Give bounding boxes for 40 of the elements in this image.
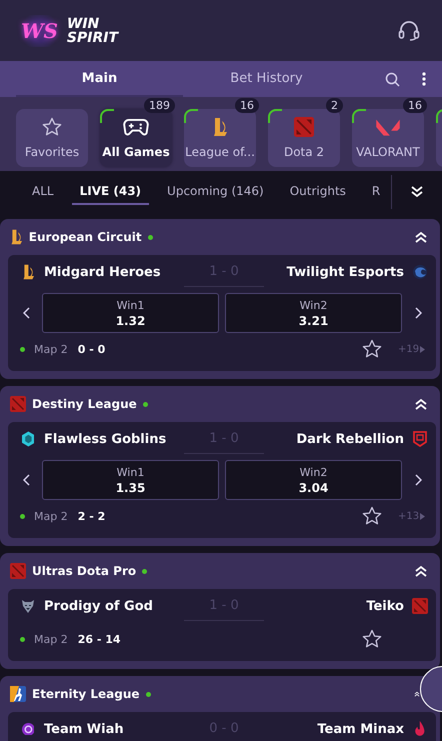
category-tile[interactable]: Dota 2 xyxy=(268,109,340,167)
odds-button[interactable]: Win1 1.32 xyxy=(42,293,219,333)
map-score: 26 - 14 xyxy=(78,632,121,646)
odds-button[interactable]: Win1 1.35 xyxy=(42,460,219,500)
filter-tab[interactable]: Upcoming (146) xyxy=(167,178,264,205)
map-label: Map 2 xyxy=(34,632,68,646)
count-badge: 189 xyxy=(144,98,175,113)
team-name: Team Wiah xyxy=(44,722,125,736)
category-tile[interactable]: League of... xyxy=(184,109,256,167)
team-name: Prodigy of God xyxy=(44,598,154,614)
map-label: Map 2 xyxy=(34,342,68,356)
category-tile[interactable]: All Games xyxy=(100,109,172,167)
map-label: Map 2 xyxy=(34,510,68,522)
logo-text: SPIRIT xyxy=(66,30,118,44)
map-score: 0 - 0 xyxy=(78,342,106,356)
team-name: Twilight Esports xyxy=(286,264,404,280)
map-score: 2 - 2 xyxy=(78,510,106,522)
team-name: Flawless Goblins xyxy=(44,432,168,446)
logo-text: WIN xyxy=(66,16,100,30)
league-name: Destiny League xyxy=(32,397,137,411)
odds-button[interactable]: Win2 3.04 xyxy=(225,460,402,500)
team-name: Team Minax xyxy=(316,722,404,736)
odds-button[interactable]: Win2 3.21 xyxy=(225,293,402,333)
count-badge: 16 xyxy=(403,98,427,113)
team-name: Dark Rebellion xyxy=(295,432,404,446)
league-name: Ultras Dota Pro xyxy=(32,564,136,578)
filter-tab[interactable]: LIVE (43) xyxy=(72,178,150,205)
count-badge: 16 xyxy=(235,98,259,113)
category-tile[interactable]: Favorites xyxy=(16,109,88,167)
team-name: Midgard Heroes xyxy=(44,264,162,280)
league-name: Eternity League xyxy=(32,687,140,701)
logo-mark: WS xyxy=(18,14,61,46)
category-tile[interactable]: VALORANT xyxy=(352,109,424,167)
filter-tab[interactable]: R xyxy=(372,178,380,205)
league-name: European Circuit xyxy=(28,230,142,244)
filter-tab[interactable]: ALL xyxy=(32,178,54,205)
filter-tab[interactable]: Outrights xyxy=(290,178,346,205)
count-badge: 2 xyxy=(326,98,343,113)
nav-tab[interactable]: Bet History xyxy=(183,61,350,97)
team-name: Teiko xyxy=(365,598,404,614)
